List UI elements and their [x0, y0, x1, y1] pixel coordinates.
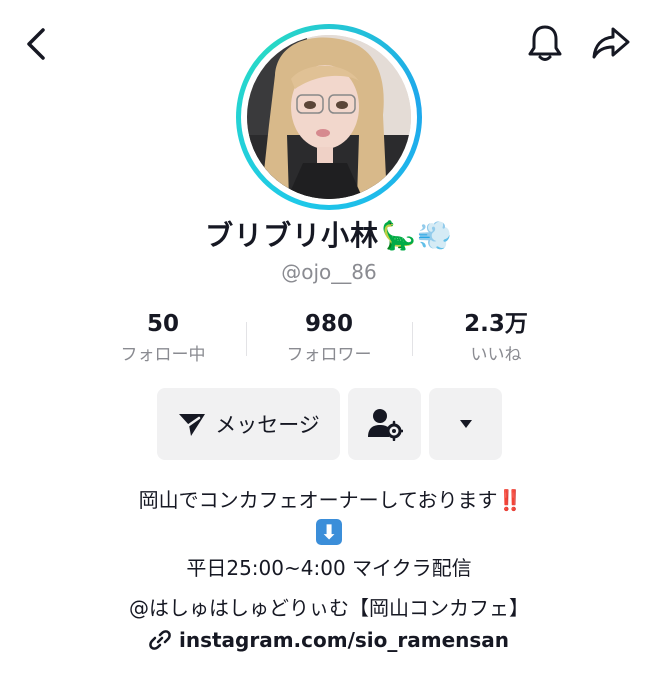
chevron-left-icon [27, 28, 45, 60]
message-button-label: メッセージ [215, 413, 320, 437]
stat-followers[interactable]: 980 フォロワー [254, 308, 404, 365]
bell-icon [528, 25, 562, 61]
stat-likes-value: 2.3万 [464, 311, 528, 337]
stat-following-value: 50 [146, 311, 179, 337]
profile-handle: @ojo__86 [281, 260, 377, 284]
stats-divider [412, 322, 413, 356]
share-button[interactable] [586, 20, 636, 66]
message-button[interactable]: メッセージ [157, 388, 340, 460]
back-button[interactable] [14, 22, 58, 66]
down-arrow-emoji: ⬇ [316, 519, 342, 545]
stats-divider [246, 322, 247, 356]
stat-following-label: フォロー中 [120, 345, 206, 365]
stat-likes[interactable]: 2.3万 いいね [421, 308, 571, 365]
bio-line-1: 岡山でコンカフェオーナーしております‼️ [0, 484, 658, 513]
link-icon [149, 630, 171, 650]
avatar [247, 35, 411, 199]
person-settings-icon [367, 409, 403, 441]
stat-following[interactable]: 50 フォロー中 [88, 308, 238, 365]
profile-name-text: ブリブリ小林 [205, 219, 380, 252]
notification-bell-button[interactable] [522, 20, 568, 66]
avatar-ring[interactable] [236, 24, 422, 210]
bio-line-1-text: 岡山でコンカフェオーナーしております [138, 488, 498, 512]
add-friend-button[interactable] [348, 388, 421, 460]
bio-link[interactable]: instagram.com/sio_ramensan [0, 628, 658, 652]
action-buttons: メッセージ [0, 388, 658, 460]
double-exclamation-emoji: ‼️ [497, 488, 522, 512]
share-arrow-icon [592, 27, 630, 59]
stats-row: 50 フォロー中 980 フォロワー 2.3万 いいね [0, 308, 658, 368]
bio-line-4: @はしゅはしゅどりぃむ【岡山コンカフェ】 [129, 596, 529, 620]
bio-line-2: ⬇ [0, 519, 658, 545]
stat-likes-label: いいね [470, 345, 522, 365]
bio-link-text[interactable]: instagram.com/sio_ramensan [179, 628, 509, 652]
profile-name-emojis: 🦕💨 [381, 219, 453, 252]
stat-followers-label: フォロワー [286, 345, 372, 365]
more-options-button[interactable] [429, 388, 502, 460]
caret-down-icon [459, 420, 472, 428]
bio-line-3: 平日25:00~4:00 マイクラ配信 [186, 556, 472, 580]
profile-name: ブリブリ小林🦕💨 [0, 214, 658, 254]
stat-followers-value: 980 [304, 311, 353, 337]
send-icon [179, 414, 206, 436]
